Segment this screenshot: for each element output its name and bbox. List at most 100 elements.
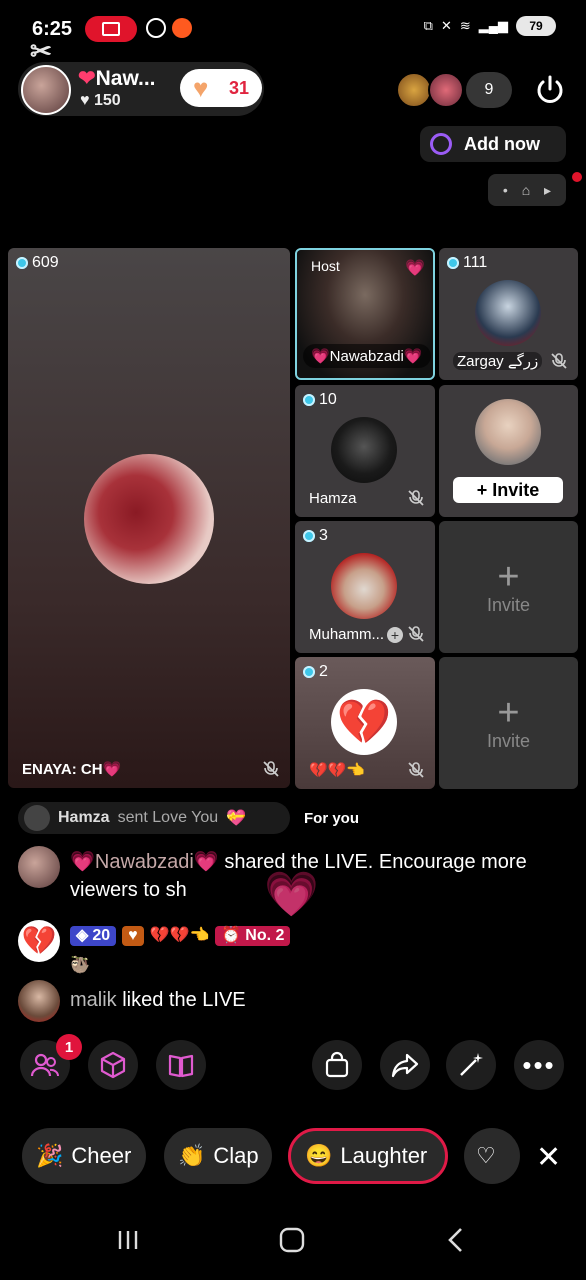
wand-icon [460, 1053, 483, 1076]
follow-button[interactable]: ♥ 31 [180, 69, 262, 107]
host-name: ❤Naw... [78, 67, 156, 90]
score-value: 3 [319, 527, 328, 544]
guest-avatar[interactable] [331, 417, 397, 483]
invite-label: Invite [486, 730, 531, 751]
whatsapp-icon [146, 18, 166, 38]
comment-text: 🦥 [70, 957, 90, 974]
broken-heart-avatar[interactable]: 💔 [331, 689, 397, 755]
score-badge: 3 [303, 527, 328, 545]
gem-icon [303, 530, 315, 542]
dot-icon: • [502, 182, 508, 198]
guest-tile[interactable]: 111 Zargay زرگے [439, 248, 578, 380]
reaction-cheer[interactable]: 🎉 Cheer [22, 1128, 146, 1184]
guest-tile[interactable]: 10 Hamza [295, 385, 435, 517]
comment-user[interactable]: 💗Nawabzadi💗 [70, 851, 219, 873]
invite-label: Invite [486, 594, 531, 615]
share-button[interactable] [380, 1040, 430, 1090]
for-you-tab[interactable]: For you [296, 804, 367, 832]
comment-avatar[interactable]: 💔 [18, 920, 60, 962]
reaction-label: Clap [213, 1143, 259, 1168]
gift-user: Hamza [58, 809, 110, 826]
clap-icon: 👏 [178, 1143, 206, 1168]
gem-icon [303, 394, 315, 406]
mic-muted-icon [263, 761, 279, 777]
score-badge: 609 [16, 254, 59, 272]
power-icon[interactable] [532, 72, 568, 108]
main-guest-avatar[interactable] [84, 454, 214, 584]
comment-avatar[interactable] [18, 980, 60, 1022]
status-indicators: ⧉ ✕ ≋ ▂▄▆ 79 [424, 16, 556, 36]
host-avatar[interactable] [21, 65, 71, 115]
rank-badge: ⏰ No. 2 [215, 926, 291, 946]
shop-button[interactable] [312, 1040, 362, 1090]
room-controls[interactable]: • ⌂ ▸ [488, 174, 566, 206]
mic-muted-icon [408, 762, 424, 778]
viewer-count[interactable]: 9 [466, 72, 512, 108]
magic-button[interactable] [446, 1040, 496, 1090]
top-viewers[interactable] [396, 72, 468, 108]
book-button[interactable] [156, 1040, 206, 1090]
battery-icon: 79 [516, 16, 556, 36]
empty-invite-slot[interactable]: + Invite [439, 521, 578, 653]
guest-tile[interactable]: 2 💔 💔💔👈 [295, 657, 435, 789]
signal-icon: ▂▄▆ [478, 18, 508, 33]
play-icon[interactable]: ▸ [544, 182, 551, 199]
score-badge: 2 [303, 663, 328, 681]
home-icon[interactable]: ⌂ [522, 182, 530, 198]
guest-tile[interactable]: 3 Muhamm... + [295, 521, 435, 653]
host-info-pill[interactable]: ❤Naw... ♥ 150 ♥ 31 [18, 62, 264, 116]
add-now-button[interactable]: Add now [420, 126, 566, 162]
comment-badge-text: 💔💔👈 [149, 927, 210, 944]
invite-button[interactable]: + Invite [453, 477, 563, 503]
add-icon[interactable]: + [387, 627, 403, 643]
guest-name: Hamza [309, 490, 357, 507]
plus-icon: + [497, 691, 520, 734]
invite-tile[interactable]: + Invite [439, 385, 578, 517]
wifi-icon: ≋ [459, 18, 471, 33]
empty-invite-slot[interactable]: + Invite [439, 657, 578, 789]
gem-icon [303, 666, 315, 678]
close-icon[interactable]: ✕ [536, 1140, 561, 1175]
comment-user[interactable]: malik [70, 989, 117, 1011]
bag-icon [325, 1051, 349, 1078]
host-tile-name: 💗Nawabzadi💗 [303, 344, 431, 368]
guest-avatar[interactable] [475, 280, 541, 346]
reaction-laughter[interactable]: 😄 Laughter [288, 1128, 448, 1184]
reaction-label: Cheer [71, 1143, 132, 1168]
home-nav-icon[interactable] [272, 1222, 312, 1258]
more-button[interactable]: ••• [514, 1040, 564, 1090]
comment-text: liked the LIVE [122, 989, 246, 1011]
app-notification-icon [172, 18, 192, 38]
main-guest-tile[interactable]: 609 ENAYA: CH💗 [8, 248, 290, 788]
effects-button[interactable] [88, 1040, 138, 1090]
plus-icon: + [497, 555, 520, 598]
book-icon [168, 1054, 194, 1078]
score-badge: 111 [447, 254, 487, 272]
people-icon [30, 1053, 60, 1077]
reaction-clap[interactable]: 👏 Clap [164, 1128, 272, 1184]
follow-count: 31 [228, 77, 250, 98]
reaction-label: Laughter [340, 1143, 428, 1168]
comment-avatar[interactable] [18, 846, 60, 888]
invitee-avatar[interactable] [475, 399, 541, 465]
viewer-avatar[interactable] [396, 72, 432, 108]
score-value: 2 [319, 663, 328, 680]
viewer-avatar[interactable] [428, 72, 464, 108]
floating-heart-icon: 💗 [264, 870, 319, 919]
red-dot-indicator [572, 172, 582, 182]
score-value: 111 [463, 254, 488, 271]
level-badge: ◈ 20 [70, 926, 117, 946]
reaction-more[interactable]: ♡ [464, 1128, 520, 1184]
mic-muted-icon [408, 626, 424, 642]
recents-icon[interactable] [108, 1222, 148, 1258]
back-icon[interactable] [436, 1222, 476, 1258]
guest-avatar[interactable] [331, 553, 397, 619]
score-value: 10 [319, 391, 337, 408]
main-guest-name: ENAYA: CH💗 [22, 761, 122, 778]
notification-badge: 1 [56, 1034, 82, 1060]
mic-muted-icon [408, 490, 424, 506]
add-now-icon [430, 133, 452, 155]
clock-icon: ⏰ [221, 927, 242, 944]
host-tile[interactable]: Host 💗 💗Nawabzadi💗 [295, 248, 435, 380]
score-value: 609 [32, 254, 59, 271]
